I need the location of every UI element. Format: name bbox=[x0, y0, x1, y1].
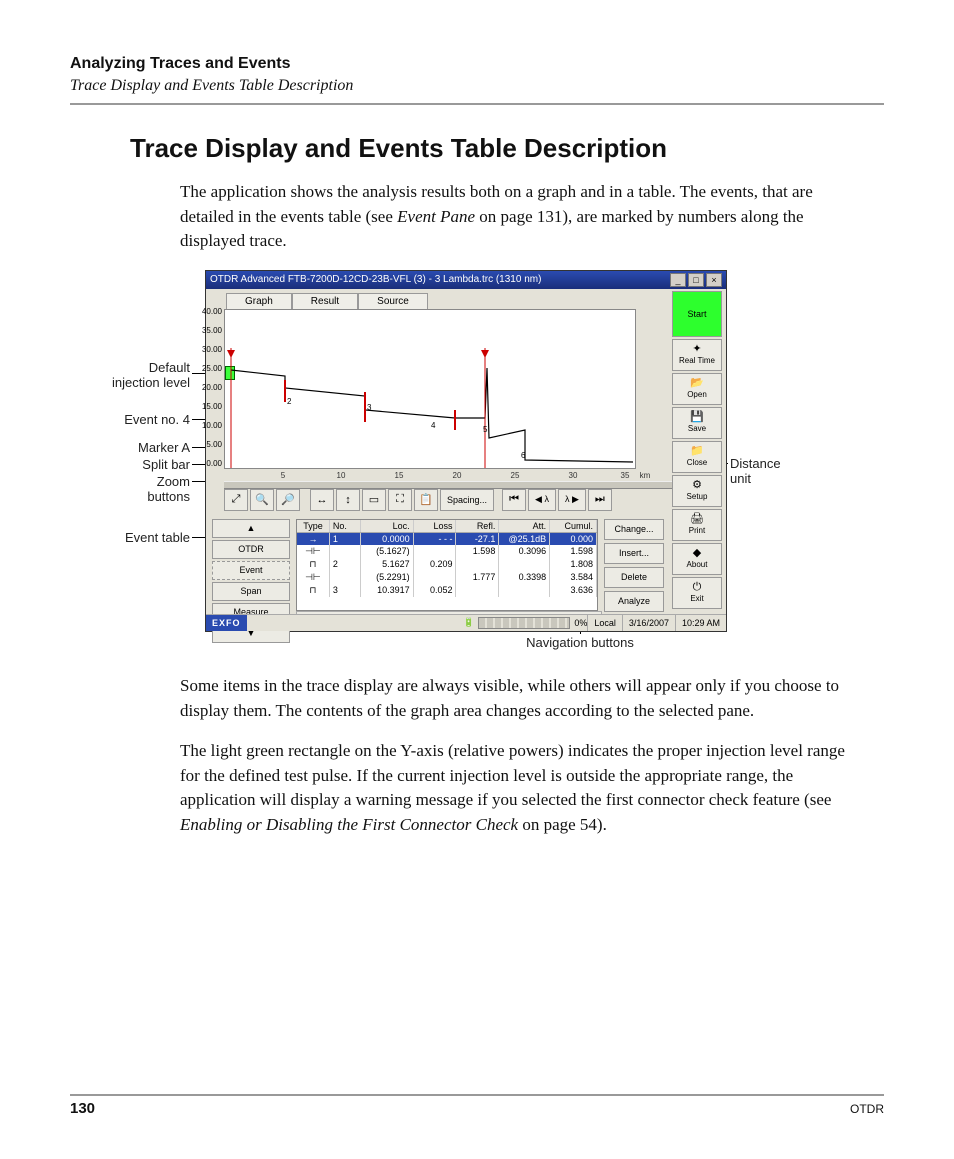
table-row[interactable]: ⊣⊢(5.2291)1.7770.33983.584 bbox=[297, 571, 597, 584]
callout-injection: Defaultinjection level bbox=[70, 360, 190, 390]
col-type[interactable]: Type bbox=[297, 520, 330, 532]
brand-logo: EXFO bbox=[206, 615, 247, 631]
col-att[interactable]: Att. bbox=[499, 520, 550, 532]
folder-icon: 📁 bbox=[690, 446, 704, 457]
power-icon: ⏻ bbox=[693, 582, 702, 593]
zoom-in-icon[interactable]: 🔍 bbox=[250, 489, 274, 511]
battery-icon: 🔋 bbox=[463, 617, 474, 628]
lambda-next-button[interactable]: λ ▶ bbox=[558, 489, 586, 511]
callout-nav-buttons: Navigation buttons bbox=[480, 635, 680, 650]
page-number: 130 bbox=[70, 1100, 95, 1117]
col-refl[interactable]: Refl. bbox=[456, 520, 499, 532]
progress-pct: 0% bbox=[574, 618, 587, 628]
paragraph-3: The light green rectangle on the Y-axis … bbox=[180, 739, 860, 838]
status-date: 3/16/2007 bbox=[622, 615, 675, 631]
insert-button[interactable]: Insert... bbox=[604, 543, 664, 564]
tab-bar: Graph Result Source bbox=[206, 289, 726, 309]
nav-first-icon[interactable]: ⏮ bbox=[502, 489, 526, 511]
zoom-full-icon[interactable]: ⛶ bbox=[388, 489, 412, 511]
x-unit: km bbox=[640, 471, 651, 480]
event-action-col: Change... Insert... Delete Analyze bbox=[604, 519, 664, 615]
svg-text:3: 3 bbox=[367, 403, 372, 412]
col-cumul[interactable]: Cumul. bbox=[550, 520, 597, 532]
zoom-out-icon[interactable]: 🔎 bbox=[276, 489, 300, 511]
printer-icon: 🖨 bbox=[690, 514, 704, 525]
page-footer: 130 OTDR bbox=[70, 1094, 884, 1117]
gear-icon: ⚙ bbox=[692, 480, 702, 491]
callout-zoom: Zoombuttons bbox=[70, 474, 190, 504]
callout-event4: Event no. 4 bbox=[70, 412, 190, 427]
minimize-button[interactable]: _ bbox=[670, 273, 686, 287]
app-window: OTDR Advanced FTB-7200D-12CD-23B-VFL (3)… bbox=[205, 270, 727, 632]
maximize-button[interactable]: □ bbox=[688, 273, 704, 287]
tab-source[interactable]: Source bbox=[358, 293, 428, 309]
svg-text:5: 5 bbox=[483, 425, 488, 434]
col-loss[interactable]: Loss bbox=[414, 520, 457, 532]
close-file-button[interactable]: 📁Close bbox=[672, 441, 722, 473]
callout-marker-a: Marker A bbox=[70, 440, 190, 455]
chapter-title: Analyzing Traces and Events bbox=[70, 55, 884, 73]
progress-bar bbox=[478, 617, 570, 629]
setup-button[interactable]: ⚙Setup bbox=[672, 475, 722, 507]
floppy-icon: 💾 bbox=[690, 412, 704, 423]
paragraph-2: Some items in the trace display are alwa… bbox=[180, 674, 860, 723]
table-row[interactable]: ⊣⊢(5.1627)1.5980.30961.598 bbox=[297, 545, 597, 558]
header-rule bbox=[70, 103, 884, 105]
realtime-button[interactable]: ✦Real Time bbox=[672, 339, 722, 371]
event-table: Type No. Loc. Loss Refl. Att. Cumul. →10… bbox=[296, 519, 598, 611]
svg-text:6: 6 bbox=[521, 451, 526, 460]
pane-otdr-button[interactable]: OTDR bbox=[212, 540, 290, 559]
section-title: Trace Display and Events Table Descripti… bbox=[130, 133, 884, 164]
zoom-h-icon[interactable]: ↔ bbox=[310, 489, 334, 511]
table-row[interactable]: →10.0000- - --27.1@25.1dB0.000 bbox=[297, 533, 597, 545]
callout-splitbar: Split bar bbox=[70, 457, 190, 472]
callout-event-table: Event table bbox=[70, 530, 190, 545]
about-button[interactable]: ◆About bbox=[672, 543, 722, 575]
svg-text:2: 2 bbox=[287, 397, 292, 406]
split-bar[interactable] bbox=[224, 481, 708, 489]
tab-graph[interactable]: Graph bbox=[226, 293, 292, 309]
side-toolbar: Start ✦Real Time 📂Open 💾Save 📁Close ⚙Set… bbox=[672, 291, 722, 611]
lambda-prev-button[interactable]: ◀ λ bbox=[528, 489, 556, 511]
nav-last-icon[interactable]: ⏭ bbox=[588, 489, 612, 511]
folder-open-icon: 📂 bbox=[690, 378, 704, 389]
app-title: OTDR Advanced FTB-7200D-12CD-23B-VFL (3)… bbox=[210, 274, 541, 285]
table-row[interactable]: ⊓25.16270.2091.808 bbox=[297, 558, 597, 571]
target-icon: ✦ bbox=[692, 344, 701, 355]
exit-button[interactable]: ⏻Exit bbox=[672, 577, 722, 609]
zoom-region-icon[interactable]: ▭ bbox=[362, 489, 386, 511]
zoom-v-icon[interactable]: ↕ bbox=[336, 489, 360, 511]
delete-button[interactable]: Delete bbox=[604, 567, 664, 588]
doc-code: OTDR bbox=[850, 1102, 884, 1116]
zoom-paste-icon[interactable]: 📋 bbox=[414, 489, 438, 511]
table-row[interactable]: ⊓310.39170.0523.636 bbox=[297, 584, 597, 597]
open-button[interactable]: 📂Open bbox=[672, 373, 722, 405]
pane-up-button[interactable]: ▲ bbox=[212, 519, 290, 538]
status-bar: EXFO 🔋 0% Local 3/16/2007 10:29 AM bbox=[206, 614, 726, 631]
chapter-subtitle: Trace Display and Events Table Descripti… bbox=[70, 77, 884, 95]
paragraph-1: The application shows the analysis resul… bbox=[180, 180, 860, 254]
status-time: 10:29 AM bbox=[675, 615, 726, 631]
close-button[interactable]: × bbox=[706, 273, 722, 287]
start-button[interactable]: Start bbox=[672, 291, 722, 337]
callout-distance-unit: Distanceunit bbox=[730, 456, 781, 486]
diamond-icon: ◆ bbox=[693, 548, 701, 559]
zoom-toolbar: ⤢ 🔍 🔎 ↔ ↕ ▭ ⛶ 📋 Spacing... ⏮ ◀ λ λ ▶ ⏭ bbox=[224, 489, 708, 511]
status-local: Local bbox=[587, 615, 622, 631]
analyze-button[interactable]: Analyze bbox=[604, 591, 664, 612]
col-loc[interactable]: Loc. bbox=[361, 520, 414, 532]
change-button[interactable]: Change... bbox=[604, 519, 664, 540]
print-button[interactable]: 🖨Print bbox=[672, 509, 722, 541]
save-button[interactable]: 💾Save bbox=[672, 407, 722, 439]
figure: Defaultinjection level Event no. 4 Marke… bbox=[70, 270, 884, 650]
titlebar: OTDR Advanced FTB-7200D-12CD-23B-VFL (3)… bbox=[206, 271, 726, 289]
col-no[interactable]: No. bbox=[330, 520, 361, 532]
tab-result[interactable]: Result bbox=[292, 293, 358, 309]
pane-event-button[interactable]: Event bbox=[212, 561, 290, 580]
pane-span-button[interactable]: Span bbox=[212, 582, 290, 601]
spacing-button[interactable]: Spacing... bbox=[440, 489, 494, 511]
zoom-fit-icon[interactable]: ⤢ bbox=[224, 489, 248, 511]
trace-graph: 2 3 4 5 6 5 10 15 20 25 30 35 km bbox=[224, 309, 636, 469]
svg-text:4: 4 bbox=[431, 421, 436, 430]
